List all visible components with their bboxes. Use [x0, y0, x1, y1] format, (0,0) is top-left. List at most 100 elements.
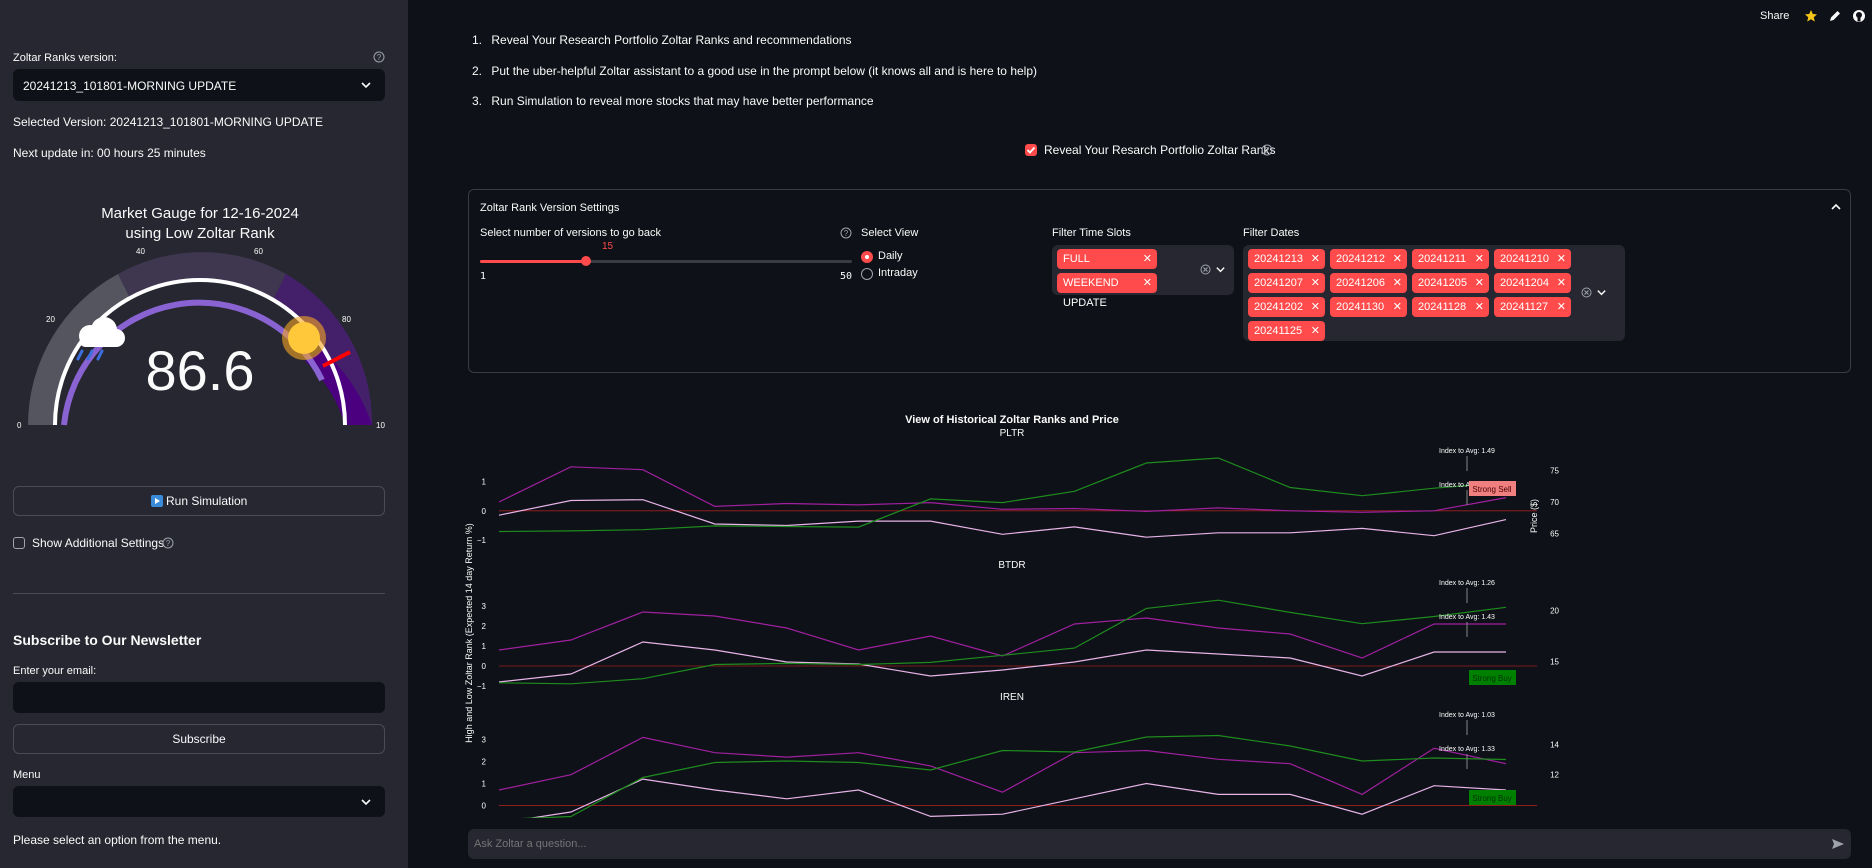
slider-max: 50	[840, 271, 853, 282]
step-3: 3. Run Simulation to reveal more stocks …	[472, 94, 874, 108]
view-radio-intraday-label: Intraday	[878, 267, 918, 279]
view-radio-intraday[interactable]	[861, 268, 873, 280]
time-slot-tag-label: WEEKEND UPDATE	[1063, 277, 1119, 309]
chevron-up-icon[interactable]	[1830, 201, 1842, 213]
versions-slider-track[interactable]	[480, 256, 852, 266]
date-tag[interactable]: 20241210 ✕	[1494, 249, 1571, 269]
date-tag[interactable]: 20241130 ✕	[1330, 297, 1407, 317]
y2-tick-label: 75	[1550, 467, 1559, 476]
close-icon[interactable]: ✕	[1475, 249, 1484, 269]
close-icon[interactable]: ✕	[1557, 273, 1566, 293]
chat-input-field[interactable]	[474, 834, 1804, 854]
close-icon[interactable]: ✕	[1557, 249, 1566, 269]
menu-select[interactable]	[13, 786, 385, 817]
signal-badge-label: Strong Buy	[1472, 674, 1512, 683]
date-tag[interactable]: 20241207 ✕	[1248, 273, 1325, 293]
date-tag[interactable]: 20241211 ✕	[1412, 249, 1489, 269]
y-tick-label: 1	[482, 642, 487, 651]
series-line	[498, 736, 1507, 796]
time-slots-label: Filter Time Slots	[1052, 227, 1131, 239]
help-icon[interactable]: ?	[373, 51, 385, 63]
date-tag[interactable]: 20241213 ✕	[1248, 249, 1325, 269]
github-icon[interactable]	[1852, 9, 1866, 23]
y-tick-label: 3	[482, 602, 487, 611]
menu-label: Menu	[13, 769, 41, 781]
gauge-band-low	[28, 274, 130, 425]
chart-title: View of Historical Zoltar Ranks and Pric…	[905, 414, 1119, 426]
panel-ticker: IREN	[1000, 692, 1024, 703]
edit-icon[interactable]	[1828, 9, 1842, 23]
close-icon[interactable]: ✕	[1557, 297, 1566, 317]
help-icon[interactable]: ?	[162, 537, 174, 549]
close-icon[interactable]: ✕	[1475, 273, 1484, 293]
close-icon[interactable]: ✕	[1143, 273, 1152, 293]
date-tag[interactable]: 20241206 ✕	[1330, 273, 1407, 293]
y-tick-label: −1	[477, 536, 487, 545]
chevron-down-icon	[361, 798, 371, 805]
gauge-tick-60: 60	[254, 247, 263, 256]
date-tag-label: 20241205	[1418, 277, 1467, 289]
show-additional-checkbox[interactable]	[13, 537, 25, 549]
view-label: Select View	[861, 227, 919, 239]
dates-multiselect[interactable]: 20241213 ✕ 20241212 ✕ 20241211 ✕ 20241210 ✕ 2024…	[1243, 245, 1625, 341]
time-slot-tag[interactable]: FULL OVERNIGH...✕	[1057, 249, 1157, 285]
share-button[interactable]: Share	[1760, 10, 1789, 22]
subscribe-button[interactable]: Subscribe	[13, 724, 385, 754]
step-number: 3.	[472, 94, 483, 108]
close-icon[interactable]: ✕	[1475, 297, 1484, 317]
series-line	[527, 778, 1507, 818]
gauge-tick-100: 10	[376, 421, 385, 430]
gauge-tick-0: 0	[17, 421, 22, 430]
newsletter-title: Subscribe to Our Newsletter	[13, 632, 202, 648]
reveal-checkbox[interactable]	[1025, 144, 1037, 156]
version-select[interactable]: 20241213_101801-MORNING UPDATE	[13, 69, 385, 101]
date-tag[interactable]: 20241125 ✕	[1248, 321, 1325, 341]
help-icon[interactable]: ?	[840, 227, 852, 239]
sidebar-divider	[13, 593, 385, 594]
versions-slider-thumb[interactable]	[581, 256, 592, 266]
time-slot-tag[interactable]: WEEKEND UPDATE ✕	[1057, 273, 1157, 309]
time-slots-multiselect[interactable]: FULL OVERNIGH...✕ WEEKEND UPDATE ✕	[1052, 245, 1234, 309]
close-icon[interactable]: ✕	[1393, 297, 1402, 317]
close-icon[interactable]: ✕	[1311, 321, 1320, 341]
close-icon[interactable]: ✕	[1311, 273, 1320, 293]
close-icon[interactable]: ✕	[1393, 273, 1402, 293]
y2-tick-label: 65	[1550, 529, 1559, 538]
date-tag[interactable]: 20241205 ✕	[1412, 273, 1489, 293]
close-icon[interactable]: ✕	[1311, 249, 1320, 269]
market-gauge: 0 20 40 60 80 10 86.6	[17, 247, 385, 430]
date-tag-label: 20241128	[1418, 301, 1467, 313]
date-tag[interactable]: 20241128 ✕	[1412, 297, 1489, 317]
star-icon[interactable]	[1804, 9, 1818, 23]
help-icon[interactable]: ?	[1261, 144, 1273, 156]
settings-title[interactable]: Zoltar Rank Version Settings	[480, 202, 619, 214]
close-icon[interactable]: ✕	[1143, 249, 1152, 269]
y-tick-label: 2	[482, 758, 487, 767]
date-tag[interactable]: 20241202 ✕	[1248, 297, 1325, 317]
versions-slider-fill	[480, 260, 587, 263]
date-tag[interactable]: 20241212 ✕	[1330, 249, 1407, 269]
chevron-down-icon[interactable]	[1596, 287, 1607, 298]
date-tag-label: 20241211	[1418, 253, 1467, 265]
send-icon[interactable]	[1831, 837, 1845, 851]
chevron-down-icon[interactable]	[1215, 264, 1226, 275]
index-annotation: Index to Avg: 1.33	[1439, 746, 1495, 753]
view-radio-daily[interactable]	[861, 251, 873, 263]
chevron-down-icon	[361, 82, 371, 89]
clear-icon[interactable]	[1200, 264, 1211, 275]
svg-text:?: ?	[844, 229, 849, 238]
version-label: Zoltar Ranks version:	[13, 52, 117, 64]
run-simulation-button[interactable]: Run Simulation	[13, 486, 385, 516]
step-text: Put the uber-helpful Zoltar assistant to…	[491, 64, 1037, 78]
y2-tick-label: 14	[1550, 741, 1559, 750]
date-tag[interactable]: 20241127 ✕	[1494, 297, 1571, 317]
date-tag[interactable]: 20241204 ✕	[1494, 273, 1571, 293]
close-icon[interactable]: ✕	[1311, 297, 1320, 317]
clear-icon[interactable]	[1581, 287, 1592, 298]
step-2: 2. Put the uber-helpful Zoltar assistant…	[472, 64, 1037, 78]
chat-input[interactable]	[468, 829, 1851, 859]
panel-ticker: BTDR	[998, 560, 1025, 571]
close-icon[interactable]: ✕	[1393, 249, 1402, 269]
y-tick-label: 0	[482, 662, 487, 671]
email-field[interactable]	[13, 682, 385, 713]
